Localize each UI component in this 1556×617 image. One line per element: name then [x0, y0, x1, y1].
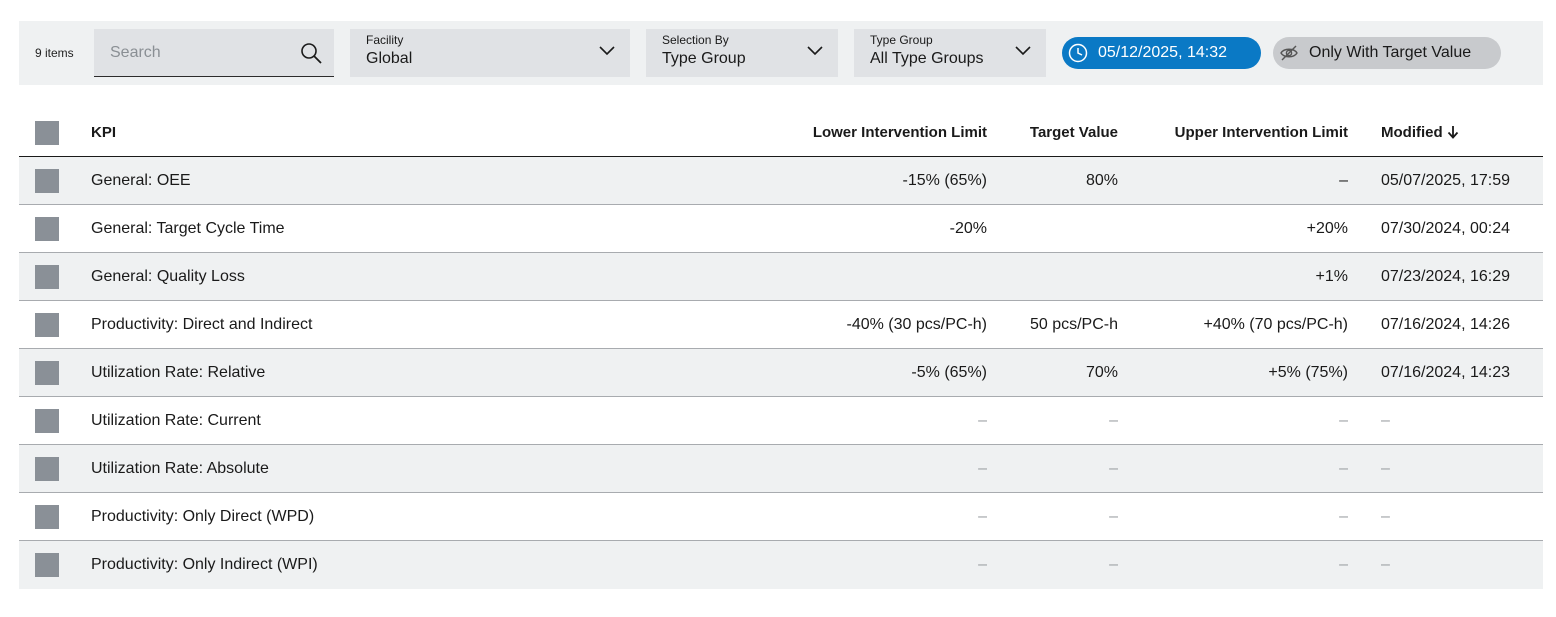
select-all-checkbox[interactable] — [35, 121, 59, 145]
selection-by-label: Selection By — [662, 33, 729, 47]
header-modified[interactable]: Modified — [1381, 109, 1459, 157]
cell-lower-limit: – — [978, 508, 987, 525]
facility-dropdown[interactable]: Facility Global — [350, 29, 630, 77]
cell-upper-limit: +1% — [1315, 268, 1348, 285]
table-row[interactable]: Utilization Rate: Relative -5% (65%) 70% +5… — [19, 349, 1543, 397]
table-row[interactable]: Utilization Rate: Current – – – – — [19, 397, 1543, 445]
row-checkbox[interactable] — [35, 265, 59, 289]
clock-icon — [1068, 43, 1088, 63]
row-checkbox[interactable] — [35, 169, 59, 193]
cell-kpi: Utilization Rate: Relative — [91, 364, 266, 381]
cell-upper-limit: – — [1339, 412, 1348, 429]
chevron-down-icon — [807, 46, 823, 56]
cell-modified: – — [1381, 412, 1390, 429]
eye-off-icon — [1280, 45, 1298, 61]
table-body: General: OEE -15% (65%) 80% – 05/07/2025, 17… — [19, 157, 1543, 589]
cell-upper-limit: +40% (70 pcs/PC-h) — [1203, 316, 1348, 333]
row-checkbox[interactable] — [35, 217, 59, 241]
cell-target-value: 50 pcs/PC-h — [1029, 316, 1118, 333]
cell-kpi: Utilization Rate: Current — [91, 412, 261, 429]
cell-lower-limit: -15% (65%) — [902, 172, 987, 189]
header-lower-limit[interactable]: Lower Intervention Limit — [813, 109, 987, 157]
row-checkbox[interactable] — [35, 313, 59, 337]
table-row[interactable]: General: Quality Loss +1% 07/23/2024, 16:2… — [19, 253, 1543, 301]
date-time-label: 05/12/2025, 14:32 — [1098, 44, 1228, 61]
cell-target-value: – — [1109, 460, 1118, 477]
cell-target-value: 80% — [1085, 172, 1118, 189]
cell-kpi: General: OEE — [91, 172, 191, 189]
cell-upper-limit: – — [1339, 556, 1348, 573]
cell-modified: 07/16/2024, 14:23 — [1381, 364, 1511, 381]
cell-modified: – — [1381, 556, 1390, 573]
cell-upper-limit: – — [1339, 460, 1348, 477]
cell-kpi: Productivity: Only Direct (WPD) — [91, 508, 315, 525]
type-group-label: Type Group — [870, 33, 933, 47]
cell-kpi: Utilization Rate: Absolute — [91, 460, 269, 477]
cell-upper-limit: +5% (75%) — [1268, 364, 1348, 381]
cell-lower-limit: -20% — [949, 220, 987, 237]
facility-value: Global — [366, 50, 413, 67]
cell-upper-limit: – — [1339, 508, 1348, 525]
cell-kpi: General: Quality Loss — [91, 268, 245, 285]
search-placeholder: Search — [110, 44, 161, 61]
cell-modified: – — [1381, 460, 1390, 477]
cell-target-value: 70% — [1085, 364, 1118, 381]
table-row[interactable]: Utilization Rate: Absolute – – – – — [19, 445, 1543, 493]
row-checkbox[interactable] — [35, 553, 59, 577]
filter-toolbar: 9 items Search Facility Global Selection… — [19, 21, 1543, 85]
table-row[interactable]: General: OEE -15% (65%) 80% – 05/07/2025, 17… — [19, 157, 1543, 205]
table-row[interactable]: Productivity: Direct and Indirect -40% (3… — [19, 301, 1543, 349]
table-row[interactable]: Productivity: Only Direct (WPD) – – – – — [19, 493, 1543, 541]
chevron-down-icon — [599, 46, 615, 56]
header-modified-label: Modified — [1381, 124, 1443, 141]
row-checkbox[interactable] — [35, 361, 59, 385]
cell-modified: – — [1381, 508, 1390, 525]
date-time-button[interactable]: 05/12/2025, 14:32 — [1062, 37, 1261, 69]
cell-target-value: – — [1109, 556, 1118, 573]
item-count: 9 items — [35, 46, 74, 60]
cell-kpi: General: Target Cycle Time — [91, 220, 285, 237]
search-input[interactable]: Search — [94, 29, 334, 77]
chevron-down-icon — [1015, 46, 1031, 56]
cell-upper-limit: +20% — [1306, 220, 1348, 237]
type-group-value: All Type Groups — [870, 50, 984, 67]
kpi-table: KPI Lower Intervention Limit Target Valu… — [19, 109, 1543, 589]
row-checkbox[interactable] — [35, 457, 59, 481]
only-target-value-toggle[interactable]: Only With Target Value — [1273, 37, 1501, 69]
cell-lower-limit: -5% (65%) — [911, 364, 987, 381]
facility-label: Facility — [366, 33, 404, 47]
cell-kpi: Productivity: Only Indirect (WPI) — [91, 556, 318, 573]
cell-modified: 07/23/2024, 16:29 — [1381, 268, 1511, 285]
cell-lower-limit: – — [978, 556, 987, 573]
sort-down-arrow-icon — [1447, 126, 1458, 139]
table-header: KPI Lower Intervention Limit Target Valu… — [19, 109, 1543, 157]
type-group-dropdown[interactable]: Type Group All Type Groups — [854, 29, 1046, 77]
only-target-value-label: Only With Target Value — [1309, 44, 1472, 61]
cell-kpi: Productivity: Direct and Indirect — [91, 316, 313, 333]
cell-target-value: – — [1109, 412, 1118, 429]
cell-modified: 05/07/2025, 17:59 — [1381, 172, 1511, 189]
cell-target-value: – — [1109, 508, 1118, 525]
row-checkbox[interactable] — [35, 505, 59, 529]
row-checkbox[interactable] — [35, 409, 59, 433]
header-upper-limit[interactable]: Upper Intervention Limit — [1175, 109, 1348, 157]
cell-lower-limit: -40% (30 pcs/PC-h) — [846, 316, 988, 333]
cell-modified: 07/30/2024, 00:24 — [1381, 220, 1511, 237]
table-row[interactable]: General: Target Cycle Time -20% +20% 07/30/… — [19, 205, 1543, 253]
selection-by-value: Type Group — [662, 50, 746, 67]
cell-lower-limit: – — [978, 412, 987, 429]
header-kpi[interactable]: KPI — [91, 109, 116, 157]
selection-by-dropdown[interactable]: Selection By Type Group — [646, 29, 838, 77]
header-target-value[interactable]: Target Value — [1030, 109, 1118, 157]
table-row[interactable]: Productivity: Only Indirect (WPI) – – – – — [19, 541, 1543, 589]
cell-upper-limit: – — [1339, 172, 1348, 189]
cell-lower-limit: – — [978, 460, 987, 477]
search-icon[interactable] — [300, 42, 322, 64]
cell-modified: 07/16/2024, 14:26 — [1381, 316, 1511, 333]
